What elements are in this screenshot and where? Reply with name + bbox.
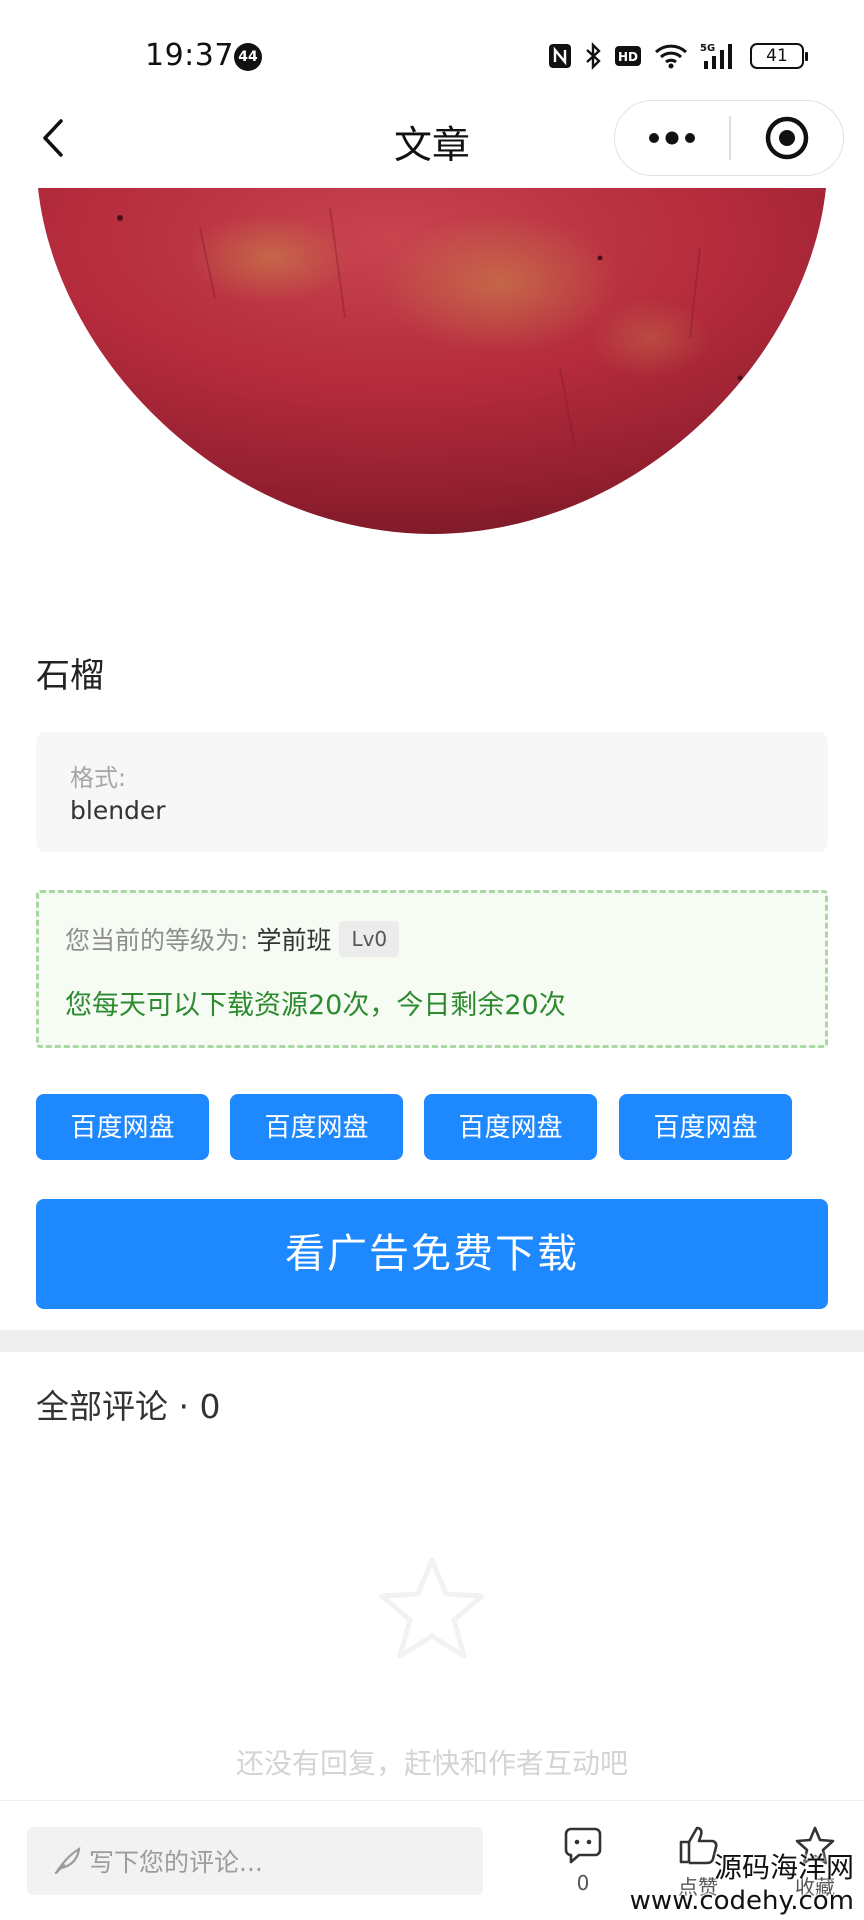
pomegranate-image — [38, 188, 826, 534]
download-quota-text: 您每天可以下载资源20次，今日剩余20次 — [65, 990, 566, 1021]
user-level-panel: 您当前的等级为: 学前班 Lv0 您每天可以下载资源20次，今日剩余20次 — [36, 890, 828, 1048]
format-value: blender — [70, 796, 166, 825]
feather-pen-icon — [51, 1845, 83, 1877]
download-links-row: 百度网盘 百度网盘 百度网盘 百度网盘 — [36, 1094, 836, 1162]
baidu-pan-button-4[interactable]: 百度网盘 — [619, 1094, 792, 1160]
level-name: 学前班 — [256, 926, 332, 955]
bottom-action-bar: 写下您的评论... 0 点赞 收藏 源码海洋网 www.codehy.com — [0, 1800, 864, 1920]
status-icons: HD 5G 41 — [548, 40, 808, 72]
svg-text:HD: HD — [618, 50, 638, 64]
nav-bar: 文章 — [0, 96, 864, 180]
article-title: 石榴 — [36, 656, 104, 696]
bluetooth-icon — [584, 40, 602, 72]
watermark-line1: 源码海洋网 — [713, 1851, 854, 1884]
article-page: 19:37 44 HD 5G 41 文章 石榴 格式: blender 您当前的… — [0, 0, 864, 1920]
wifi-icon — [654, 40, 688, 72]
svg-text:5G: 5G — [700, 43, 715, 54]
site-watermark: 源码海洋网 www.codehy.com — [630, 1846, 854, 1916]
level-prefix: 您当前的等级为: — [65, 926, 249, 955]
comment-action[interactable]: 0 — [543, 1823, 623, 1895]
5g-signal-icon: 5G — [700, 40, 738, 72]
comment-placeholder: 写下您的评论... — [89, 1848, 263, 1877]
watch-ad-download-button[interactable]: 看广告免费下载 — [36, 1199, 828, 1309]
format-info: 格式: blender — [36, 732, 828, 852]
baidu-pan-button-3[interactable]: 百度网盘 — [424, 1094, 597, 1160]
star-outline-icon — [372, 1548, 492, 1668]
status-bar: 19:37 44 HD 5G 41 — [0, 0, 864, 100]
more-dots-icon — [649, 131, 695, 145]
notification-badge: 44 — [234, 43, 262, 71]
baidu-pan-button-2[interactable]: 百度网盘 — [230, 1094, 403, 1160]
article-image — [0, 188, 864, 548]
mini-program-capsule — [614, 100, 844, 176]
target-circle-icon — [765, 116, 808, 160]
chevron-left-icon — [43, 119, 63, 157]
battery-icon: 41 — [750, 43, 808, 69]
close-mini-program-button[interactable] — [731, 101, 844, 175]
comment-input[interactable]: 写下您的评论... — [27, 1827, 483, 1895]
watermark-line2: www.codehy.com — [629, 1886, 854, 1916]
level-badge: Lv0 — [339, 921, 400, 957]
format-label: 格式: — [70, 764, 127, 792]
comment-bubble-icon — [543, 1823, 623, 1867]
comments-header: 全部评论 · 0 — [36, 1387, 221, 1426]
more-button[interactable] — [615, 101, 729, 175]
section-divider — [0, 1330, 864, 1352]
baidu-pan-button-1[interactable]: 百度网盘 — [36, 1094, 209, 1160]
comment-count: 0 — [576, 1871, 590, 1895]
nfc-icon — [548, 40, 572, 72]
level-row: 您当前的等级为: 学前班 Lv0 — [65, 921, 400, 957]
status-time: 19:37 — [145, 38, 234, 73]
comments-empty-text: 还没有回复，赶快和作者互动吧 — [235, 1747, 628, 1780]
back-button[interactable] — [28, 112, 80, 164]
hd-icon: HD — [614, 40, 642, 72]
